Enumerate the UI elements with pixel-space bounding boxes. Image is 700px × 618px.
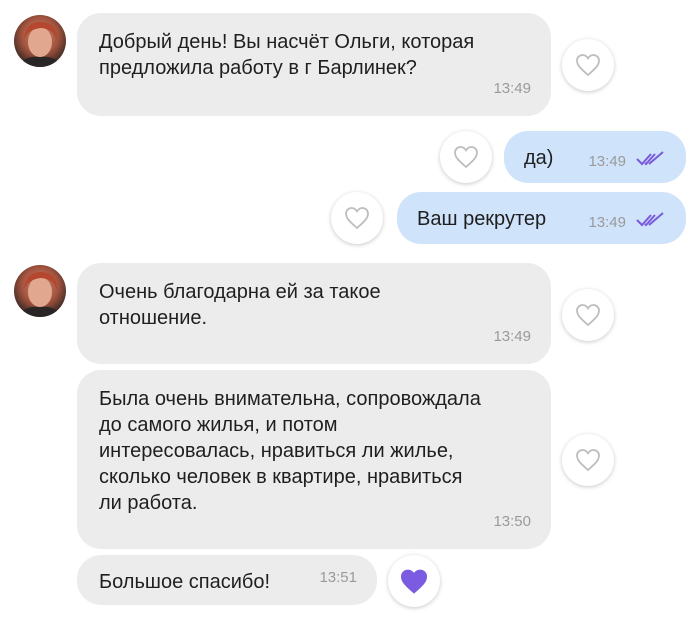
like-button[interactable]: [331, 192, 383, 244]
like-button[interactable]: [562, 434, 614, 486]
message-text: Добрый день! Вы насчёт Ольги, которая пр…: [99, 31, 475, 79]
message-time: 13:49: [493, 80, 531, 97]
like-button[interactable]: [388, 555, 440, 607]
message-time: 13:50: [493, 513, 531, 530]
message-bubble[interactable]: Была очень внимательна, сопровождала до …: [77, 370, 551, 549]
double-check-icon: [636, 212, 664, 227]
message-time: 13:49: [493, 328, 531, 345]
like-button[interactable]: [440, 131, 492, 183]
contact-avatar[interactable]: [14, 15, 66, 67]
message-bubble[interactable]: Ваш рекрутер 13:49: [397, 192, 686, 244]
heart-filled-icon: [400, 569, 428, 594]
message-bubble[interactable]: Очень благодарна ей за такое отношение. …: [77, 263, 551, 364]
message-time: 13:49: [588, 153, 626, 170]
message-time: 13:49: [588, 214, 626, 231]
heart-outline-icon: [576, 449, 600, 472]
message-text: Была очень внимательна, сопровождала до …: [99, 388, 481, 514]
contact-avatar[interactable]: [14, 265, 66, 317]
message-bubble[interactable]: да) 13:49: [504, 131, 686, 183]
message-bubble[interactable]: Добрый день! Вы насчёт Ольги, которая пр…: [77, 13, 551, 116]
heart-outline-icon: [576, 304, 600, 327]
double-check-icon: [636, 151, 664, 166]
heart-outline-icon: [345, 207, 369, 230]
message-bubble[interactable]: Большое спасибо! 13:51: [77, 555, 377, 605]
message-text: Очень благодарна ей за такое отношение.: [99, 281, 381, 329]
like-button[interactable]: [562, 39, 614, 91]
like-button[interactable]: [562, 289, 614, 341]
chat-thread: Добрый день! Вы насчёт Ольги, которая пр…: [0, 0, 700, 618]
message-text: Ваш рекрутер: [417, 208, 547, 230]
heart-outline-icon: [576, 54, 600, 77]
heart-outline-icon: [454, 146, 478, 169]
message-time: 13:51: [319, 569, 357, 586]
